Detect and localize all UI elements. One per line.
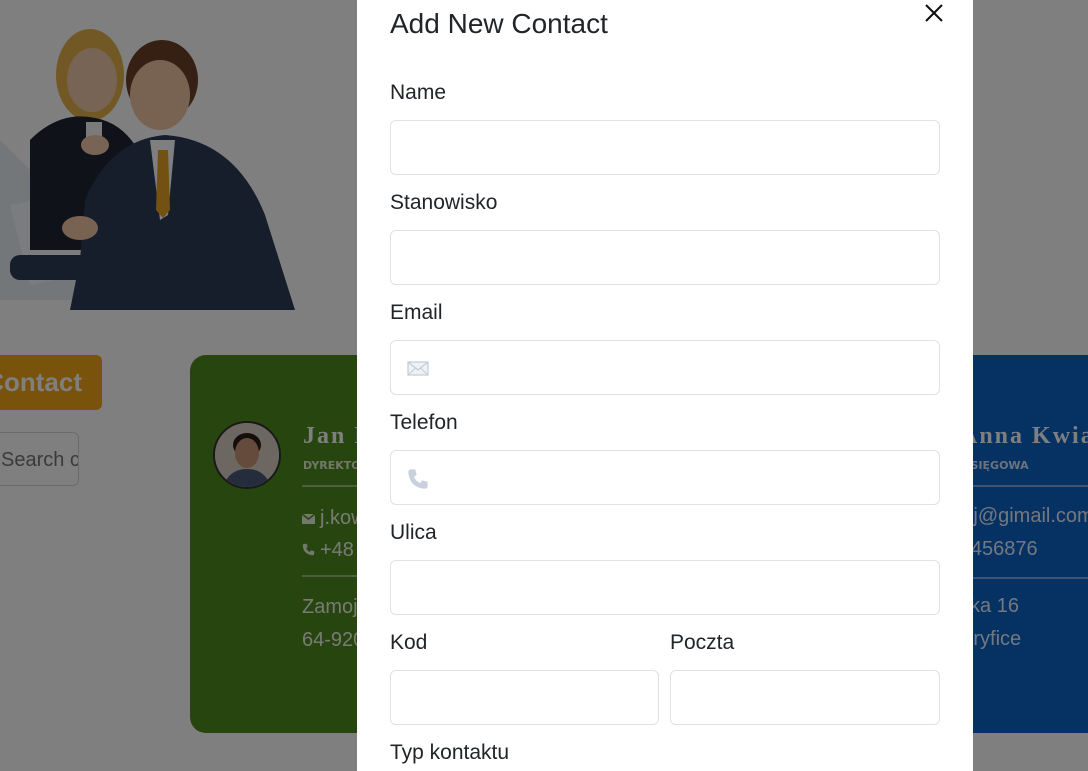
stanowisko-field[interactable]: [390, 230, 940, 285]
poczta-input[interactable]: [671, 671, 939, 724]
email-input[interactable]: [391, 341, 939, 394]
email-label: Email: [390, 301, 443, 324]
close-button[interactable]: [921, 0, 947, 26]
close-icon[interactable]: [921, 4, 947, 29]
kod-label: Kod: [390, 631, 428, 654]
name-field[interactable]: [390, 120, 940, 175]
stanowisko-label: Stanowisko: [390, 191, 498, 214]
add-contact-modal: Add New Contact Name Stanowisko Email Te…: [357, 0, 973, 771]
name-label: Name: [390, 81, 447, 104]
envelope-icon: [407, 358, 429, 378]
email-field[interactable]: [390, 340, 940, 395]
ulica-field[interactable]: [390, 560, 940, 615]
telefon-input[interactable]: [391, 451, 939, 504]
typ-kontaktu-label: Typ kontaktu: [390, 741, 510, 764]
poczta-label: Poczta: [670, 631, 735, 654]
phone-icon: [407, 468, 429, 489]
ulica-label: Ulica: [390, 521, 437, 544]
stanowisko-input[interactable]: [391, 231, 939, 284]
ulica-input[interactable]: [391, 561, 939, 614]
poczta-field[interactable]: [670, 670, 940, 725]
kod-field[interactable]: [390, 670, 659, 725]
telefon-label: Telefon: [390, 411, 458, 434]
name-input[interactable]: [391, 121, 939, 174]
kod-input[interactable]: [391, 671, 658, 724]
modal-title: Add New Contact: [390, 8, 608, 39]
telefon-field[interactable]: [390, 450, 940, 505]
